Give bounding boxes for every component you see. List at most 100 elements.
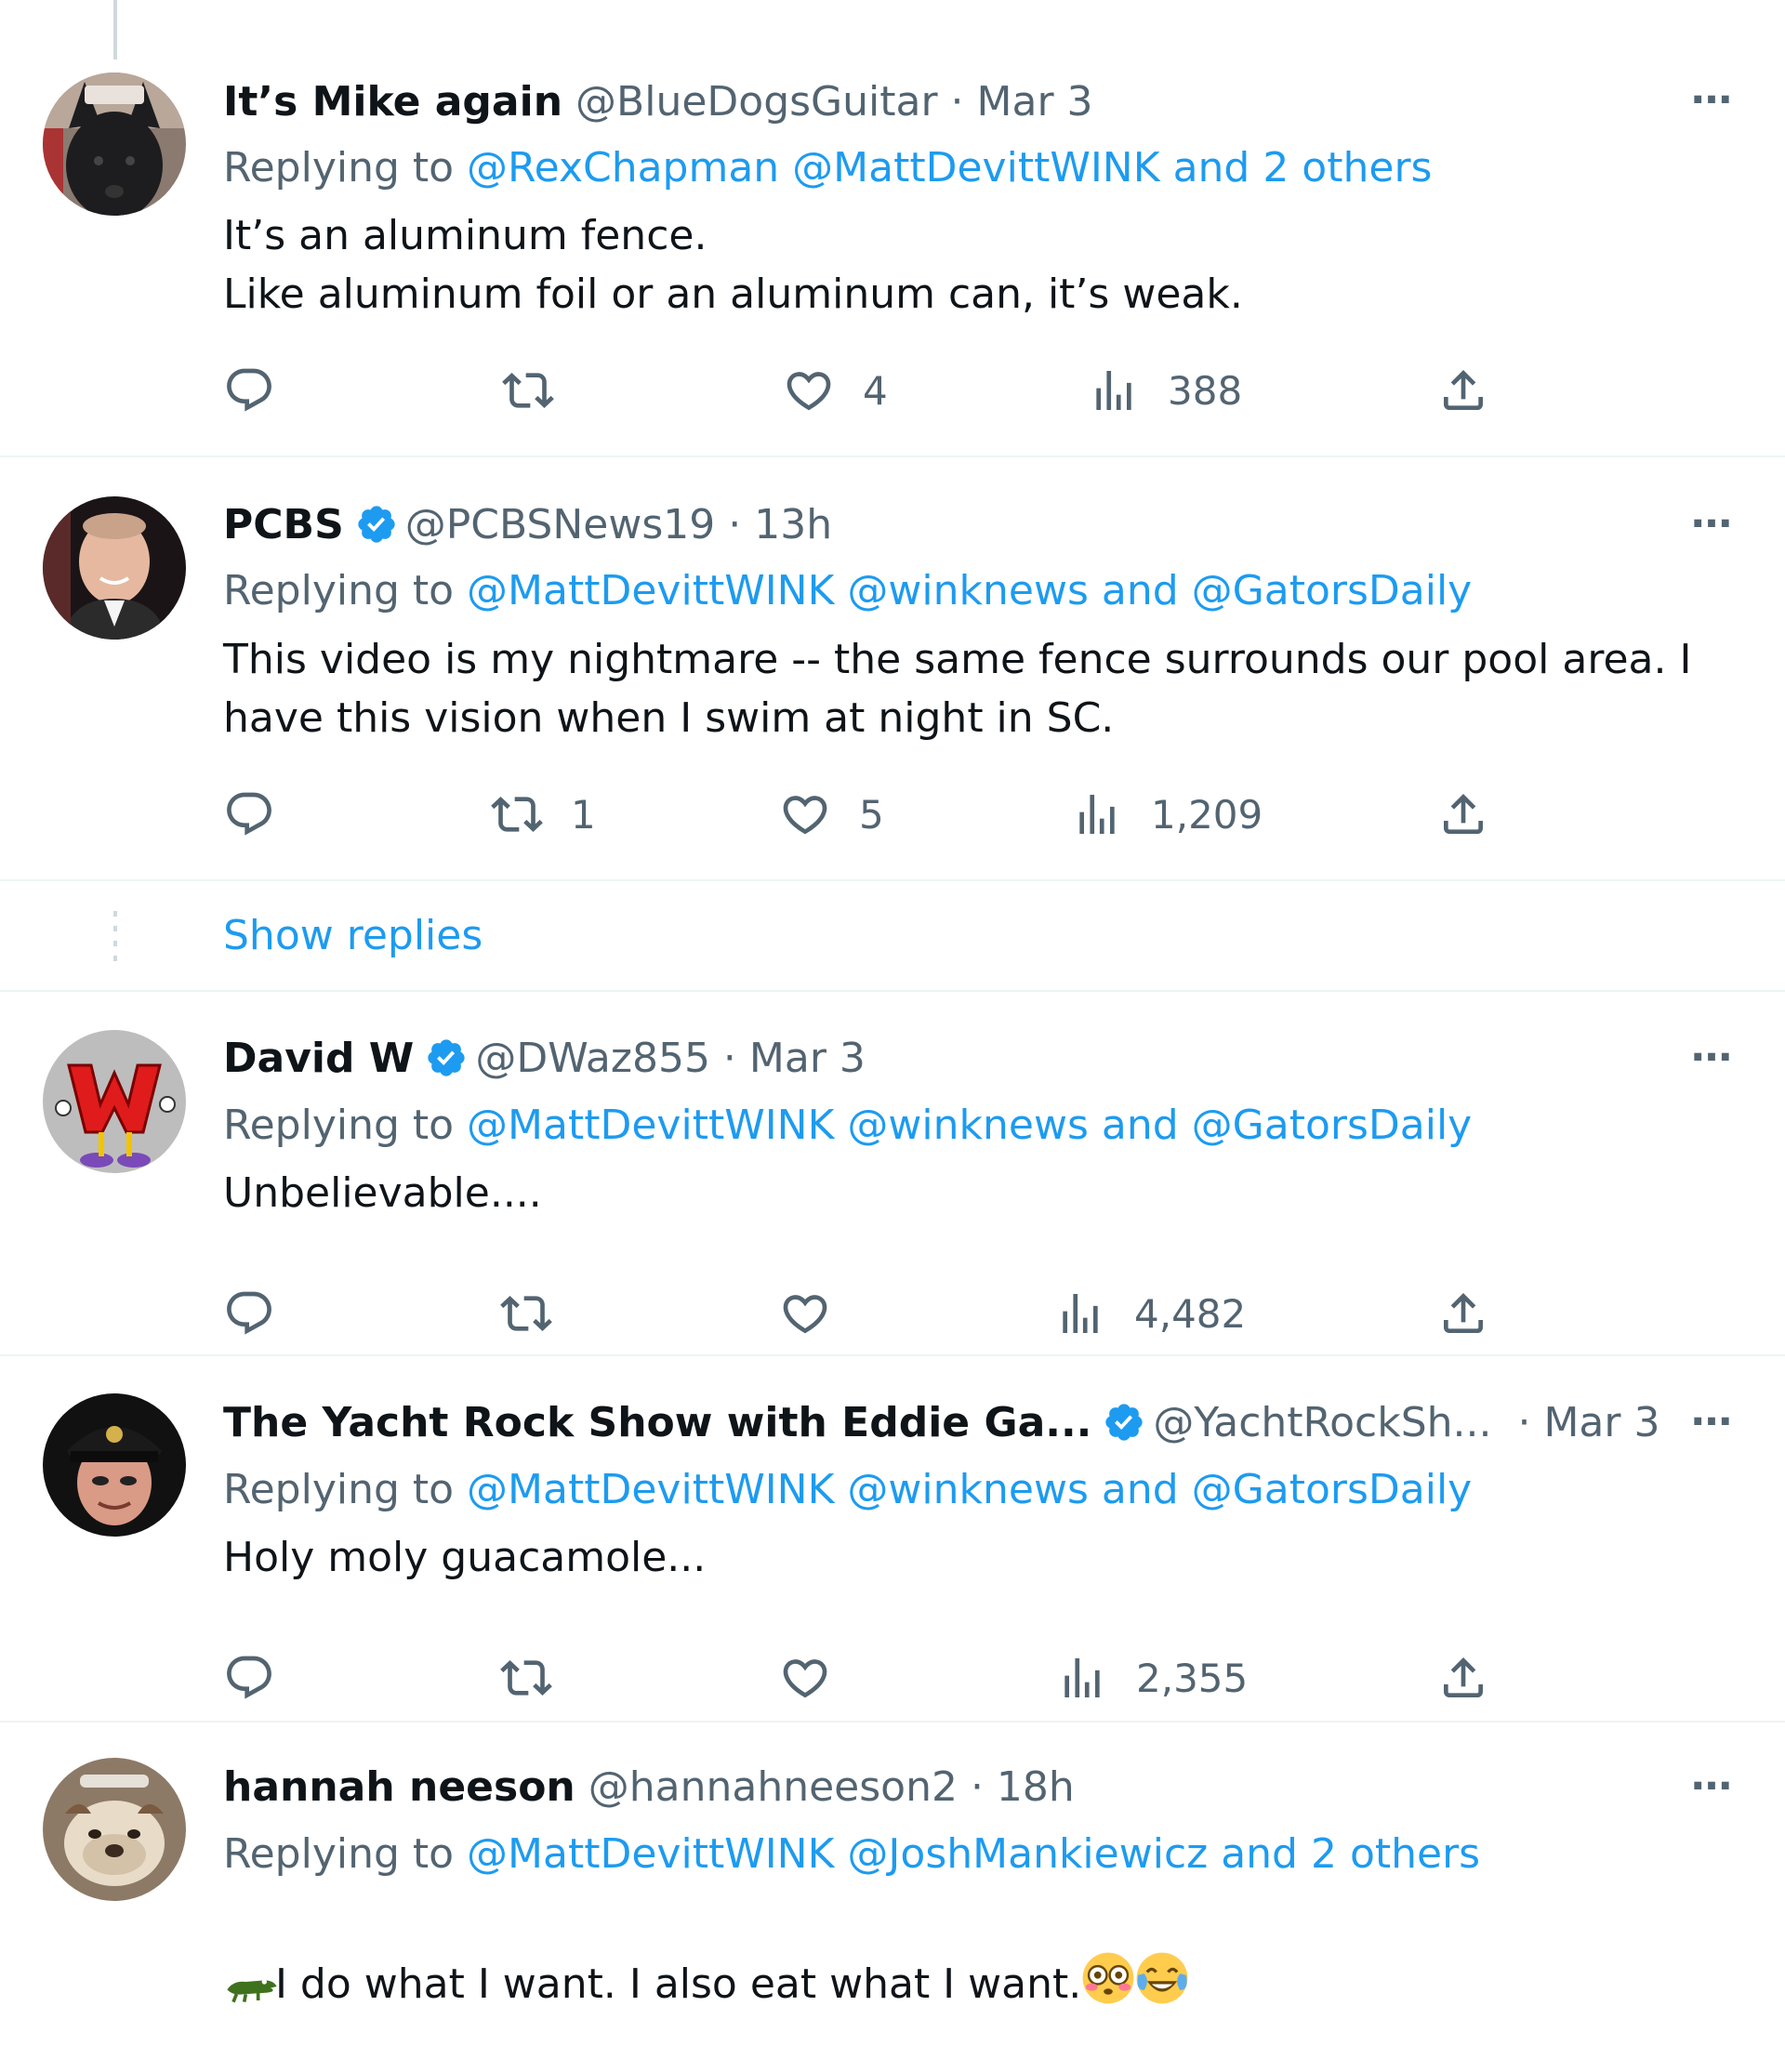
views-icon: [1063, 1294, 1098, 1333]
tweet-header: David W @DWaz855 · Mar 3: [223, 1033, 1785, 1085]
more-options-button[interactable]: ···: [1683, 1766, 1739, 1820]
retweet-button[interactable]: [500, 1650, 552, 1706]
views-icon: [1064, 1658, 1100, 1697]
view-count: 4,482: [1134, 1290, 1247, 1337]
handle-and-time[interactable]: @PCBSNews19 · 13h: [405, 501, 832, 548]
replying-prefix: Replying to: [223, 1466, 468, 1513]
replying-prefix: Replying to: [223, 567, 468, 614]
handle[interactable]: @YachtRockSh...: [1153, 1399, 1491, 1446]
retweet-button[interactable]: 1: [491, 786, 596, 842]
view-count: 1,209: [1151, 791, 1263, 838]
share-button[interactable]: [1437, 1286, 1489, 1341]
view-count: 2,355: [1136, 1655, 1249, 1701]
avatar[interactable]: [43, 496, 186, 640]
avatar[interactable]: [43, 73, 186, 216]
retweet-count: 1: [571, 791, 596, 838]
tweet-text: I do what I want. I also eat what I want…: [274, 1960, 1082, 2008]
tears-of-joy-emoji: [1136, 1952, 1188, 2004]
tweet-text-container: I do what I want. I also eat what I want…: [223, 1893, 1711, 2072]
like-icon: [787, 372, 831, 411]
views-button[interactable]: 1,209: [1071, 786, 1263, 842]
retweet-icon: [500, 1660, 552, 1696]
like-icon: [783, 1295, 827, 1334]
reply-icon: [227, 1656, 271, 1699]
tweet-5[interactable]: hannah neeson @hannahneeson2 · 18h ··· R…: [0, 1722, 1785, 2013]
like-icon: [783, 1659, 827, 1698]
replying-to: Replying to @MattDevittWINK @JoshMankiew…: [223, 1828, 1480, 1881]
reply-button[interactable]: [223, 1286, 275, 1341]
verified-badge-icon: [428, 1039, 465, 1076]
display-name[interactable]: David W: [223, 1035, 414, 1082]
reply-button[interactable]: [223, 786, 275, 842]
like-icon: [783, 796, 827, 835]
display-name[interactable]: It’s Mike again: [223, 78, 562, 125]
replying-to: Replying to @RexChapman @MattDevittWINK …: [223, 142, 1432, 194]
view-count: 388: [1168, 367, 1243, 414]
like-count: 4: [863, 367, 888, 414]
replying-to: Replying to @MattDevittWINK @winknews an…: [223, 1100, 1472, 1152]
avatar[interactable]: [43, 1393, 186, 1537]
share-icon: [1444, 370, 1483, 410]
crocodile-emoji: [223, 1968, 281, 2009]
tweet-header: hannah neeson @hannahneeson2 · 18h: [223, 1762, 1785, 1814]
more-options-button[interactable]: ···: [1683, 504, 1739, 558]
replying-prefix: Replying to: [223, 144, 468, 191]
tweet-3[interactable]: David W @DWaz855 · Mar 3 ··· Replying to …: [0, 992, 1785, 1354]
share-button[interactable]: [1437, 1650, 1489, 1706]
more-options-button[interactable]: ···: [1683, 1037, 1739, 1091]
views-button[interactable]: 2,355: [1056, 1650, 1248, 1706]
handle-and-time[interactable]: @DWaz855 · Mar 3: [475, 1035, 866, 1082]
replying-to-links[interactable]: @MattDevittWINK @winknews and @GatorsDai…: [467, 1102, 1472, 1149]
verified-badge-icon: [358, 506, 395, 543]
reply-icon: [227, 1291, 271, 1335]
share-button[interactable]: [1437, 363, 1489, 418]
tweet-text: Holy moly guacamole...: [223, 1534, 707, 1581]
like-button[interactable]: [779, 1650, 831, 1706]
share-icon: [1444, 794, 1483, 834]
display-name[interactable]: PCBS: [223, 501, 344, 548]
like-button[interactable]: 4: [783, 363, 888, 418]
share-icon: [1444, 1657, 1483, 1697]
replying-to-links[interactable]: @MattDevittWINK @JoshMankiewicz and 2 ot…: [467, 1830, 1480, 1878]
reply-button[interactable]: [223, 1650, 275, 1706]
like-count: 5: [859, 791, 884, 838]
retweet-icon: [502, 373, 554, 408]
tweet-2[interactable]: PCBS @PCBSNews19 · 13h ··· Replying to @M…: [0, 457, 1785, 879]
retweet-button[interactable]: [502, 363, 554, 418]
views-icon: [1079, 795, 1115, 834]
like-button[interactable]: [779, 1286, 831, 1341]
retweet-button[interactable]: [500, 1286, 552, 1341]
tweet-text: This video is my nightmare -- the same f…: [223, 636, 1692, 742]
tweet-4[interactable]: The Yacht Rock Show with Eddie Ga... @Yac…: [0, 1356, 1785, 1721]
flushed-face-emoji: [1082, 1952, 1134, 2004]
thread-dots: [113, 911, 117, 963]
more-options-button[interactable]: ···: [1683, 1402, 1739, 1456]
tweet-divider: [0, 879, 1785, 881]
replying-to-links[interactable]: @MattDevittWINK @winknews and @GatorsDai…: [467, 567, 1472, 614]
avatar[interactable]: [43, 1758, 186, 1901]
replying-prefix: Replying to: [223, 1102, 468, 1149]
tweet-text: It’s an aluminum fence. Like aluminum fo…: [223, 212, 1243, 318]
tweet-1[interactable]: It’s Mike again @BlueDogsGuitar · Mar 3 …: [0, 0, 1785, 455]
replying-to: Replying to @MattDevittWINK @winknews an…: [223, 1464, 1472, 1516]
avatar[interactable]: [43, 1030, 186, 1173]
views-button[interactable]: 4,482: [1054, 1286, 1246, 1341]
more-options-button[interactable]: ···: [1683, 80, 1739, 134]
reply-button[interactable]: [223, 363, 275, 418]
replying-to-links[interactable]: @MattDevittWINK @winknews and @GatorsDai…: [467, 1466, 1472, 1513]
handle-and-time[interactable]: @hannahneeson2 · 18h: [588, 1763, 1075, 1811]
tweet-text: Unbelievable....: [223, 1169, 542, 1217]
handle-and-time[interactable]: @BlueDogsGuitar · Mar 3: [575, 78, 1093, 125]
share-button[interactable]: [1437, 786, 1489, 842]
verified-badge-icon: [1105, 1404, 1144, 1441]
show-replies-link[interactable]: Show replies: [223, 908, 483, 964]
display-name[interactable]: The Yacht Rock Show with Eddie Ga...: [223, 1399, 1091, 1446]
tweet-header: The Yacht Rock Show with Eddie Ga... @Yac…: [223, 1397, 1785, 1449]
views-button[interactable]: 388: [1088, 363, 1242, 418]
reply-icon: [227, 368, 271, 412]
display-name[interactable]: hannah neeson: [223, 1763, 575, 1811]
replying-to-links[interactable]: @RexChapman @MattDevittWINK and 2 others: [467, 144, 1432, 191]
like-button[interactable]: 5: [779, 786, 884, 842]
views-icon: [1096, 371, 1131, 410]
timestamp[interactable]: · Mar 3: [1504, 1399, 1659, 1446]
